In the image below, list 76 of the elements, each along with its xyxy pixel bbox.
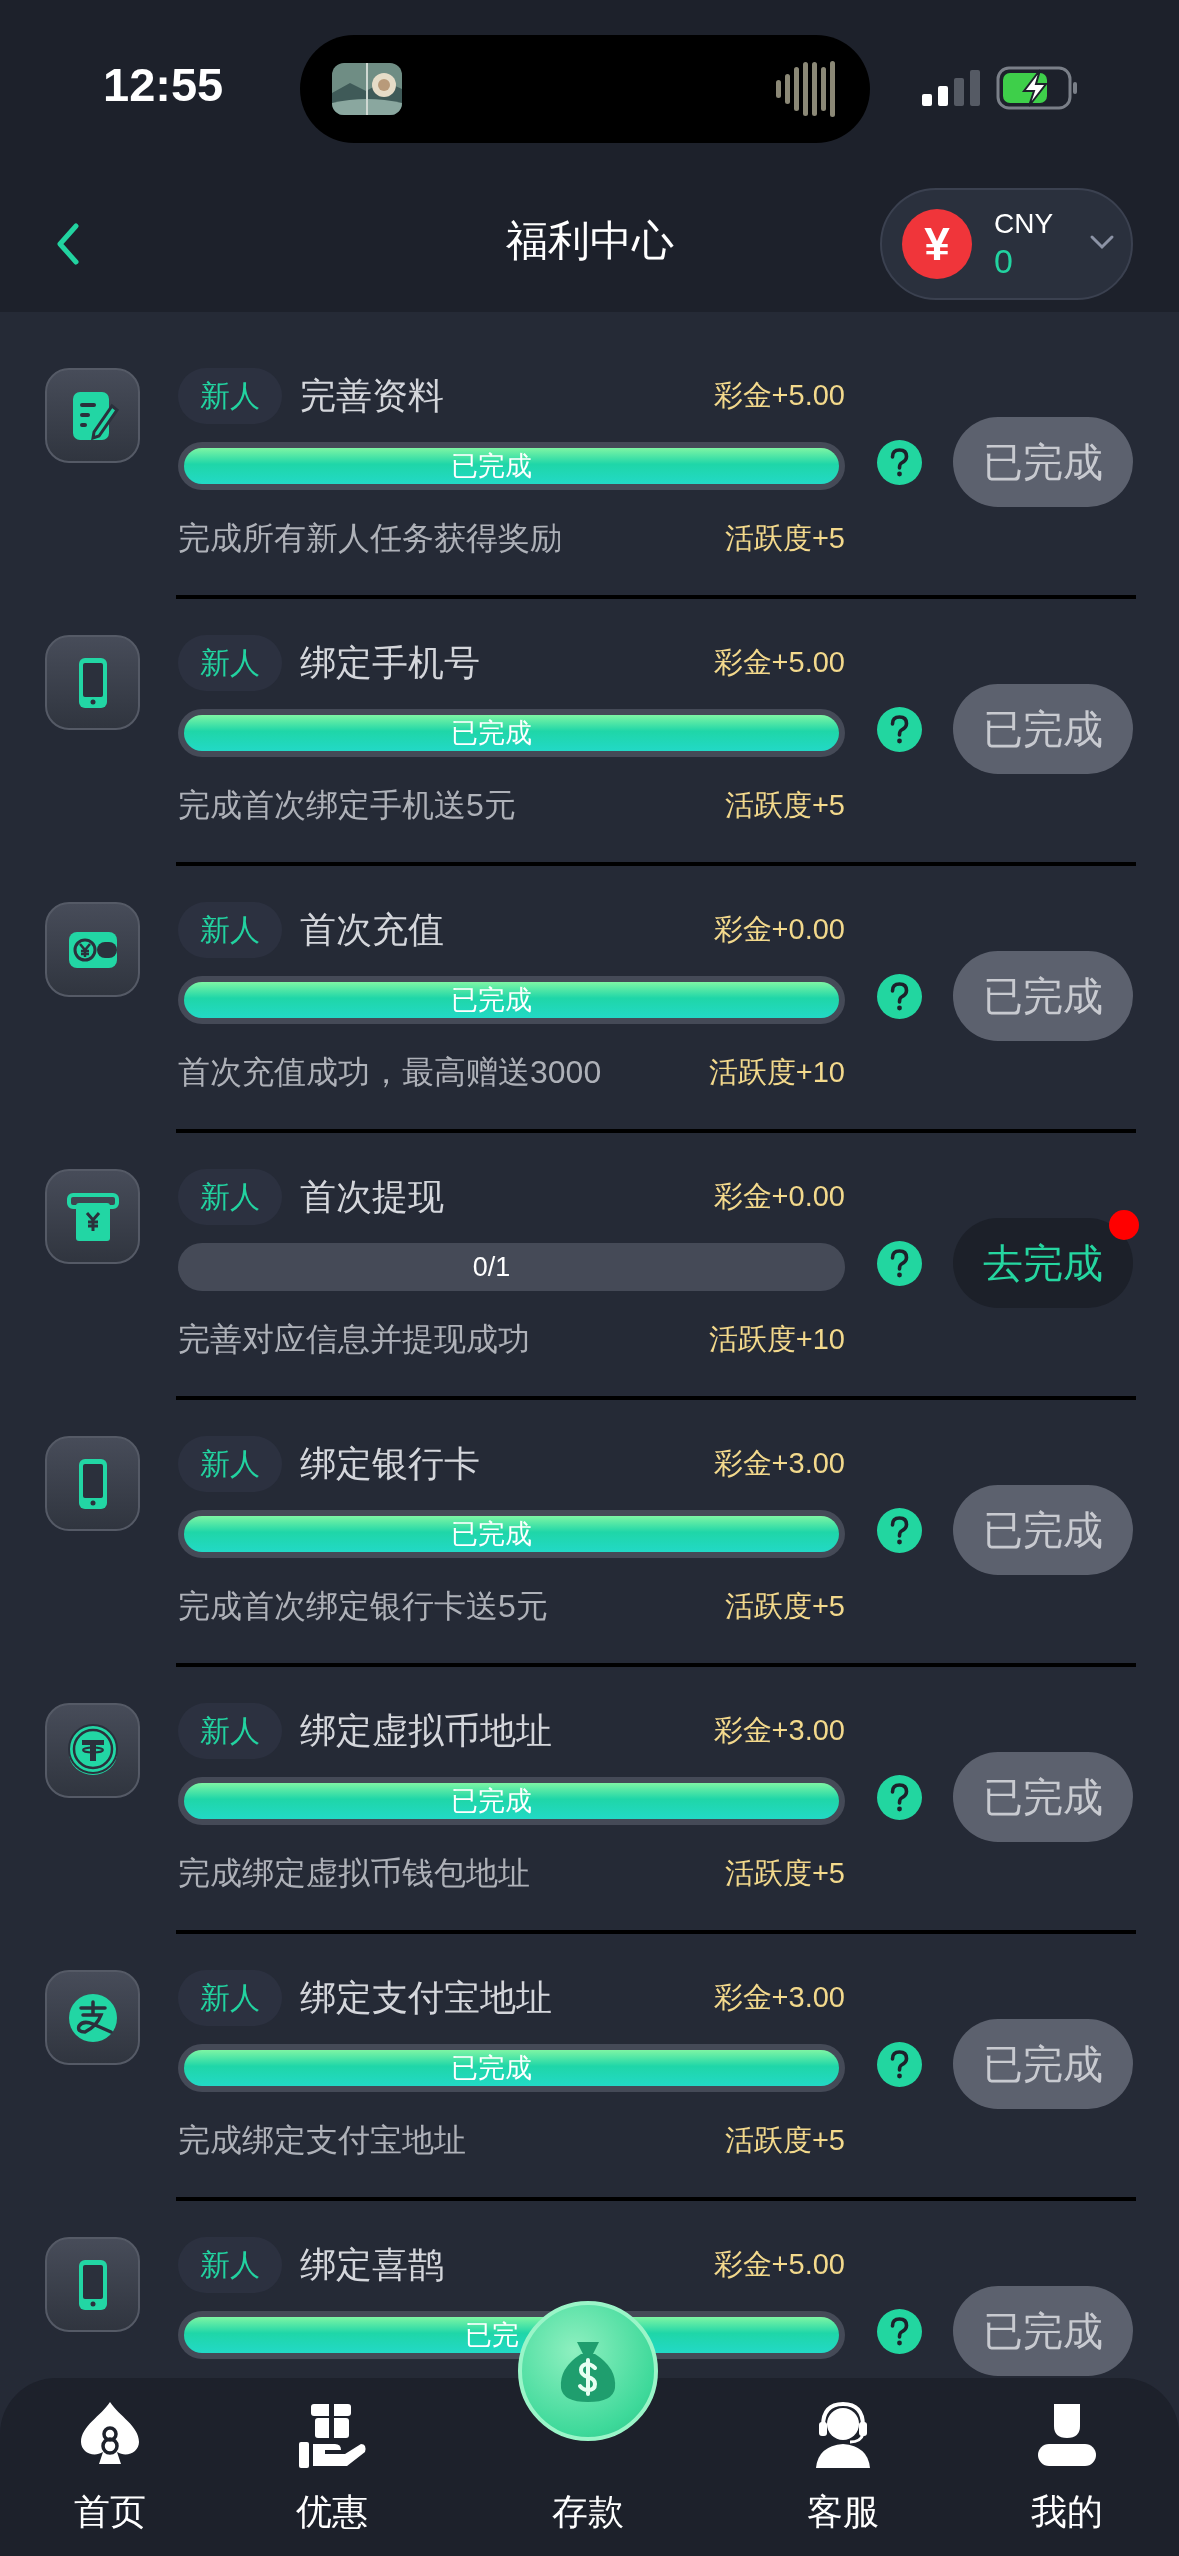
task-tag: 新人 <box>178 1169 282 1225</box>
help-icon[interactable] <box>877 1240 922 1286</box>
tab-label[interactable]: 优惠 <box>296 2490 368 2534</box>
task-description: 完成所有新人任务获得奖励 <box>178 519 562 558</box>
reward-amount: 彩金+0.00 <box>713 912 845 947</box>
currency-code: CNY <box>994 207 1054 241</box>
completed-button[interactable]: 已完成 <box>953 951 1133 1041</box>
reward-amount: 彩金+5.00 <box>713 645 845 680</box>
progress-label: 0/1 <box>472 1251 511 1284</box>
reward-amount: 彩金+0.00 <box>713 1179 845 1214</box>
task-tag: 新人 <box>178 1970 282 2026</box>
help-icon[interactable] <box>877 1507 922 1553</box>
completed-button[interactable]: 已完成 <box>953 417 1133 507</box>
help-icon[interactable] <box>877 439 922 485</box>
signal-icon <box>922 70 982 106</box>
task-tag: 新人 <box>178 1703 282 1759</box>
task-tag: 新人 <box>178 368 282 424</box>
task-description: 完善对应信息并提现成功 <box>178 1320 530 1359</box>
status-time: 12:55 <box>103 57 224 113</box>
reward-amount: 彩金+5.00 <box>713 378 845 413</box>
task-description: 完成首次绑定银行卡送5元 <box>178 1587 548 1626</box>
currency-symbol: ¥ <box>902 209 972 279</box>
activity-points: 活跃度+10 <box>708 1055 845 1090</box>
chevron-down-icon <box>1089 234 1116 250</box>
activity-points: 活跃度+5 <box>724 788 845 823</box>
currency-selector[interactable]: ¥ CNY 0 <box>880 188 1133 300</box>
task-description: 完成绑定虚拟币钱包地址 <box>178 1854 530 1893</box>
task-title: 绑定虚拟币地址 <box>300 1708 552 1753</box>
reward-amount: 彩金+3.00 <box>713 1980 845 2015</box>
task-title: 绑定手机号 <box>300 640 480 685</box>
help-icon[interactable] <box>877 2041 922 2087</box>
tab-label[interactable]: 存款 <box>552 2490 624 2534</box>
help-icon[interactable] <box>877 706 922 752</box>
reward-amount: 彩金+5.00 <box>713 2247 845 2282</box>
task-tag: 新人 <box>178 1436 282 1492</box>
completed-button[interactable]: 已完成 <box>953 2019 1133 2109</box>
activity-points: 活跃度+5 <box>724 2123 845 2158</box>
task-tag: 新人 <box>178 902 282 958</box>
activity-points: 活跃度+10 <box>708 1322 845 1357</box>
progress-label: 已完成 <box>451 2052 532 2085</box>
task-title: 首次提现 <box>300 1174 444 1219</box>
activity-points: 活跃度+5 <box>724 521 845 556</box>
task-title: 绑定喜鹊 <box>300 2242 444 2287</box>
activity-points: 活跃度+5 <box>724 1589 845 1624</box>
task-title: 绑定支付宝地址 <box>300 1975 552 2020</box>
go-complete-button[interactable]: 去完成 <box>953 1218 1133 1308</box>
task-title: 绑定银行卡 <box>300 1441 480 1486</box>
tab-label[interactable]: 客服 <box>807 2490 879 2534</box>
task-title: 首次充值 <box>300 907 444 952</box>
completed-button[interactable]: 已完成 <box>953 1485 1133 1575</box>
progress-label: 已完成 <box>451 450 532 483</box>
task-title: 完善资料 <box>300 373 444 418</box>
completed-button[interactable]: 已完成 <box>953 684 1133 774</box>
reward-amount: 彩金+3.00 <box>713 1713 845 1748</box>
activity-points: 活跃度+5 <box>724 1856 845 1891</box>
progress-label: 已完成 <box>451 984 532 1017</box>
task-tag: 新人 <box>178 2237 282 2293</box>
task-description: 完成绑定支付宝地址 <box>178 2121 466 2160</box>
battery-charging-icon <box>996 66 1078 110</box>
progress-label: 已完成 <box>451 1785 532 1818</box>
help-icon[interactable] <box>877 2308 922 2354</box>
balance-amount: 0 <box>994 241 1014 281</box>
progress-label: 已完 <box>464 2319 519 2352</box>
task-tag: 新人 <box>178 635 282 691</box>
task-description: 完成首次绑定手机送5元 <box>178 786 516 825</box>
page-title: 福利中心 <box>505 216 674 266</box>
task-description: 首次充值成功，最高赠送3000 <box>178 1053 602 1092</box>
completed-button[interactable]: 已完成 <box>953 1752 1133 1842</box>
tab-label[interactable]: 我的 <box>1030 2490 1103 2534</box>
help-icon[interactable] <box>877 973 922 1019</box>
progress-label: 已完成 <box>451 1518 532 1551</box>
reward-amount: 彩金+3.00 <box>713 1446 845 1481</box>
help-icon[interactable] <box>877 1774 922 1820</box>
completed-button[interactable]: 已完成 <box>953 2286 1133 2376</box>
progress-label: 已完成 <box>451 717 532 750</box>
tab-label[interactable]: 首页 <box>74 2490 146 2534</box>
